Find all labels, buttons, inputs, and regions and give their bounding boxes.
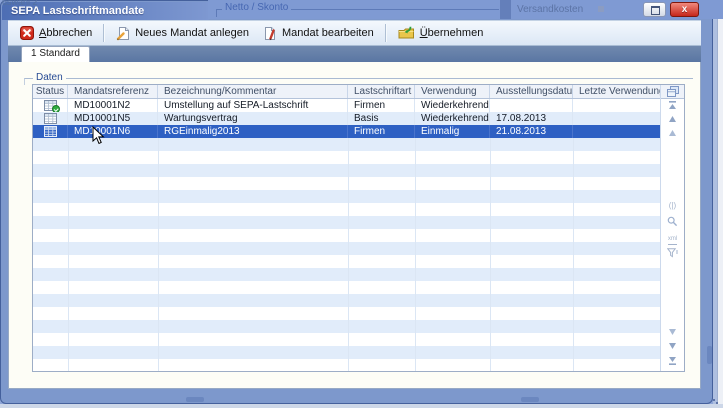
- grid-nav-strip: (|) xml: [660, 85, 684, 371]
- column-header-status[interactable]: Status: [33, 85, 68, 98]
- column-chooser-cell[interactable]: [661, 85, 684, 99]
- dialog-toolbar: Abbrechen Neues Mandat anlegen Mandat be…: [8, 20, 701, 46]
- sepa-mandate-dialog: SEPA Lastschriftmandate Abbrechen Neues …: [0, 0, 713, 404]
- grid-plain-icon: [44, 113, 57, 124]
- column-header-mandatsreferenz[interactable]: Mandatsreferenz: [68, 85, 158, 98]
- apply-folder-icon: [398, 26, 415, 40]
- sum-icon[interactable]: xml: [661, 234, 684, 245]
- background-window-top-strip: Netto / Skonto Versandkosten x: [208, 0, 723, 19]
- frame-grip-notch: [186, 397, 204, 402]
- small-square-marker: [598, 6, 604, 12]
- ausstellungsdatum-cell: [490, 99, 573, 112]
- bezeichnung-cell: Umstellung auf SEPA-Lastschrift: [158, 99, 348, 112]
- frame-grip-notch: [521, 397, 539, 402]
- verwendung-cell: Wiederkehrend: [415, 99, 490, 112]
- filter-icon[interactable]: [661, 248, 684, 258]
- table-row[interactable]: MD10001N2 Umstellung auf SEPA-Lastschrif…: [33, 99, 684, 112]
- green-check-badge: [52, 105, 60, 112]
- red-x-icon: [20, 26, 34, 40]
- jump-first-icon[interactable]: [661, 101, 684, 110]
- screen: SEPA Lastschriftmandate Abbrechen Neues …: [0, 0, 723, 408]
- grid-header-row: Status Mandatsreferenz Bezeichnung/Komme…: [33, 85, 684, 99]
- versandkosten-label: Versandkosten: [517, 4, 583, 15]
- status-cell: [33, 99, 68, 112]
- toolbar-separator: [385, 24, 387, 42]
- mandatsreferenz-cell: MD10001N2: [68, 99, 158, 112]
- background-panel-divider: [500, 0, 511, 19]
- new-mandate-button[interactable]: Neues Mandat anlegen: [109, 22, 256, 44]
- search-icon[interactable]: [661, 216, 684, 227]
- toolbar-separator: [103, 24, 105, 42]
- mandate-grid: Status Mandatsreferenz Bezeichnung/Komme…: [32, 84, 685, 372]
- ausstellungsdatum-cell: 21.08.2013: [490, 125, 573, 138]
- column-width-icon[interactable]: (|): [661, 202, 684, 210]
- page-down-icon[interactable]: [661, 342, 684, 350]
- page-up-icon[interactable]: [661, 115, 684, 123]
- grid-plain-icon: [44, 126, 57, 137]
- letzte-verwendung-cell: [573, 125, 661, 138]
- netto-skonto-label: Netto / Skonto: [222, 2, 291, 13]
- edit-document-icon: [263, 26, 277, 41]
- table-row-selected[interactable]: MD10001N6 RGEinmalig2013 Firmen Einmalig…: [33, 125, 684, 138]
- mandatsreferenz-cell: MD10001N5: [68, 112, 158, 125]
- status-cell: [33, 112, 68, 125]
- bezeichnung-cell: RGEinmalig2013: [158, 125, 348, 138]
- bezeichnung-cell: Wartungsvertrag: [158, 112, 348, 125]
- close-window-button[interactable]: x: [670, 2, 699, 17]
- row-up-icon[interactable]: [661, 129, 684, 137]
- column-header-letzte-verwendung[interactable]: Letzte Verwendung: [573, 85, 661, 98]
- column-header-verwendung[interactable]: Verwendung: [415, 85, 490, 98]
- new-mandate-button-label: Neues Mandat anlegen: [135, 27, 249, 39]
- column-header-ausstellungsdatum[interactable]: Ausstellungsdatum: [490, 85, 573, 98]
- verwendung-cell: Einmalig: [415, 125, 490, 138]
- ausstellungsdatum-cell: 17.08.2013: [490, 112, 573, 125]
- frame-grip-notch: [707, 346, 712, 364]
- resize-grip-dot: [716, 402, 718, 404]
- resize-grip-dot: [713, 399, 715, 401]
- letzte-verwendung-cell: [573, 112, 661, 125]
- background-window-bottom-area: [0, 404, 723, 408]
- lastschriftart-cell: Firmen: [348, 99, 415, 112]
- edit-mandate-button-label: Mandat bearbeiten: [282, 27, 374, 39]
- mandatsreferenz-cell: MD10001N6: [68, 125, 158, 138]
- grid-with-green-check-icon: [44, 100, 57, 111]
- lastschriftart-cell: Firmen: [348, 125, 415, 138]
- tab-strip: 1 Standard: [8, 46, 701, 62]
- abort-button[interactable]: Abbrechen: [13, 22, 99, 44]
- new-document-icon: [116, 26, 130, 41]
- restore-window-icon: [651, 6, 660, 15]
- apply-button[interactable]: Übernehmen: [391, 22, 491, 44]
- table-row[interactable]: MD10001N5 Wartungsvertrag Basis Wiederke…: [33, 112, 684, 125]
- apply-button-label: Übernehmen: [420, 27, 484, 39]
- row-down-icon[interactable]: [661, 328, 684, 336]
- letzte-verwendung-cell: [573, 99, 661, 112]
- column-header-lastschriftart[interactable]: Lastschriftart: [348, 85, 415, 98]
- status-cell: [33, 125, 68, 138]
- column-chooser-icon: [667, 86, 679, 97]
- clipped-background-text: uswahl 2: [2, 0, 38, 5]
- close-x-icon: x: [671, 3, 698, 16]
- background-window-right-edge: [717, 0, 723, 408]
- edit-mandate-button[interactable]: Mandat bearbeiten: [256, 22, 381, 44]
- dialog-content: Daten Status Mandatsreferenz Bezeichnung…: [8, 62, 701, 389]
- restore-window-button[interactable]: [643, 2, 666, 17]
- daten-groupbox-label: Daten: [33, 72, 66, 83]
- tab-standard[interactable]: 1 Standard: [21, 46, 90, 62]
- lastschriftart-cell: Basis: [348, 112, 415, 125]
- grid-empty-area: [33, 138, 660, 371]
- jump-last-icon[interactable]: [661, 356, 684, 365]
- column-header-bezeichnung[interactable]: Bezeichnung/Kommentar: [158, 85, 348, 98]
- abort-button-label: Abbrechen: [39, 27, 92, 39]
- verwendung-cell: Wiederkehrend: [415, 112, 490, 125]
